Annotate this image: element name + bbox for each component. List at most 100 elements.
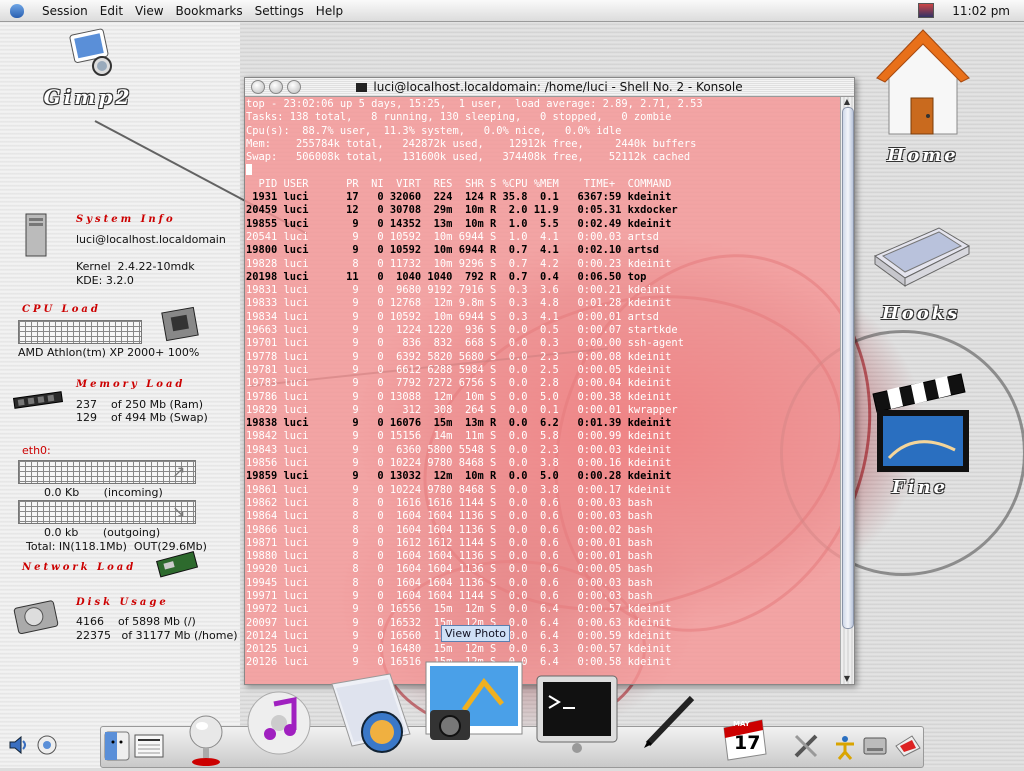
scrollbar-thumb[interactable] xyxy=(842,107,854,629)
incoming-graph xyxy=(18,460,196,484)
scroll-up-icon[interactable]: ▲ xyxy=(842,97,852,107)
process-row: 19843 luci 9 0 6360 5800 5548 S 0.0 2.3 … xyxy=(246,443,672,456)
menu-bookmarks[interactable]: Bookmarks xyxy=(170,4,249,18)
menu-edit[interactable]: Edit xyxy=(94,4,129,18)
hard-disk-icon xyxy=(13,600,59,635)
terminal-area[interactable]: top - 23:02:06 up 5 days, 15:25, 1 user,… xyxy=(245,97,841,684)
music-player-icon[interactable] xyxy=(244,690,314,759)
process-row: 19831 luci 9 0 9680 9192 7916 S 0.3 3.6 … xyxy=(246,284,672,297)
cpu-load-title: CPU Load xyxy=(22,304,101,315)
process-row: 20198 luci 11 0 1040 1040 792 R 0.7 0.4 … xyxy=(246,270,647,283)
outgoing-traffic: 0.0 kb (outgoing) xyxy=(44,526,161,539)
process-row: 19800 luci 9 0 10592 10m 6944 R 0.7 4.1 … xyxy=(246,244,659,257)
disk-usage-title: Disk Usage xyxy=(76,597,169,608)
clock: 11:02 pm xyxy=(952,3,1010,18)
process-row: 19859 luci 9 0 13032 12m 10m R 0.0 5.0 0… xyxy=(246,470,672,483)
hooks-desktop-icon[interactable]: Hooks xyxy=(866,216,976,324)
tray-monitor-icon[interactable] xyxy=(918,3,935,18)
process-row: 19945 luci 8 0 1604 1604 1136 S 0.0 0.6 … xyxy=(246,576,653,589)
konsole-window[interactable]: luci@localhost.localdomain: /home/luci -… xyxy=(244,77,855,685)
process-row: 19861 luci 9 0 10224 9780 8468 S 0.0 3.8… xyxy=(246,483,672,496)
konsole-titlebar[interactable]: luci@localhost.localdomain: /home/luci -… xyxy=(245,78,854,97)
swap-usage: 129 of 494 Mb (Swap) xyxy=(76,411,208,424)
gimp-label: Gimp2 xyxy=(43,85,133,109)
menu-settings[interactable]: Settings xyxy=(249,4,310,18)
process-row: 19866 luci 8 0 1604 1604 1136 S 0.0 0.6 … xyxy=(246,523,653,536)
finder-icon[interactable] xyxy=(104,731,130,764)
konsole-title: luci@localhost.localdomain: /home/luci -… xyxy=(245,80,854,94)
outgoing-graph xyxy=(18,500,196,524)
top-summary-line: Cpu(s): 88.7% user, 11.3% system, 0.0% n… xyxy=(246,124,622,137)
process-row: 19701 luci 9 0 836 832 668 S 0.0 0.3 0:0… xyxy=(246,337,684,350)
terminal-icon xyxy=(356,83,368,92)
process-row: 19663 luci 9 0 1224 1220 936 S 0.0 0.5 0… xyxy=(246,324,678,337)
process-row: 19833 luci 9 0 12768 12m 9.8m S 0.3 4.8 … xyxy=(246,297,672,310)
computer-tower-icon xyxy=(25,213,47,257)
process-row: 19828 luci 8 0 11732 10m 9296 S 0.7 4.2 … xyxy=(246,257,672,270)
kernel-version: Kernel 2.4.22-10mdk xyxy=(76,260,195,273)
process-row: 20541 luci 9 0 10592 10m 6944 S 1.0 4.1 … xyxy=(246,230,659,243)
memory-load-title: Memory Load xyxy=(76,379,186,390)
top-output: top - 23:02:06 up 5 days, 15:25, 1 user,… xyxy=(245,97,703,670)
cpu-chip-icon xyxy=(161,306,199,342)
network-load-title: Network Load xyxy=(22,562,137,573)
finder-folder-icon[interactable] xyxy=(326,670,416,757)
process-row: 20125 luci 9 0 16480 15m 12m S 0.0 6.3 0… xyxy=(246,643,672,656)
display-settings-icon[interactable] xyxy=(36,734,58,759)
terminal-scrollbar[interactable]: ▲ ▼ xyxy=(840,97,854,684)
apple-menu-icon[interactable] xyxy=(10,3,24,18)
eth-interface-label: eth0: xyxy=(22,444,51,457)
process-row: 19829 luci 9 0 312 308 264 S 0.0 0.1 0:0… xyxy=(246,403,678,416)
scanner-icon xyxy=(874,227,971,287)
process-row: 19871 luci 9 0 1612 1612 1144 S 0.0 0.6 … xyxy=(246,536,653,549)
tools-icon[interactable] xyxy=(792,730,822,763)
home-desktop-icon[interactable]: Home xyxy=(868,26,978,166)
newspaper-icon[interactable] xyxy=(134,734,164,761)
menu-session[interactable]: Session xyxy=(36,4,94,18)
fine-label: Fine xyxy=(891,477,949,498)
gimp-desktop-icon[interactable]: Gimp2 xyxy=(38,28,138,109)
scroll-down-icon[interactable]: ▼ xyxy=(842,674,852,684)
hooks-label: Hooks xyxy=(881,303,961,324)
process-row: 19856 luci 9 0 10224 9780 8468 S 0.0 3.8… xyxy=(246,457,672,470)
fine-desktop-icon[interactable]: Fine xyxy=(860,370,980,498)
process-row: 19864 luci 8 0 1604 1604 1136 S 0.0 0.6 … xyxy=(246,510,653,523)
process-row: 19783 luci 9 0 7792 7272 6756 S 0.0 2.8 … xyxy=(246,377,672,390)
view-photo-icon[interactable] xyxy=(424,660,526,747)
calendar-day: 17 xyxy=(734,732,761,754)
calendar-icon[interactable]: MAY 17 xyxy=(722,718,768,765)
pen-icon[interactable] xyxy=(640,690,700,753)
process-row: 19920 luci 8 0 1604 1604 1136 S 0.0 0.6 … xyxy=(246,563,653,576)
process-row: 19862 luci 8 0 1616 1616 1144 S 0.0 0.6 … xyxy=(246,496,653,509)
lamp-icon[interactable] xyxy=(184,712,228,771)
arrow-down-right-icon: ↘ xyxy=(172,502,186,521)
process-row: 19838 luci 9 0 16076 15m 13m R 0.0 6.2 0… xyxy=(246,417,672,430)
accessibility-icon[interactable] xyxy=(832,734,858,763)
calendar-month: MAY xyxy=(733,720,750,728)
cpu-load-graph xyxy=(18,320,142,344)
process-row: 19781 luci 9 0 6612 6288 5984 S 0.0 2.5 … xyxy=(246,363,672,376)
terminal-cursor xyxy=(246,164,252,176)
house-icon xyxy=(875,29,971,135)
process-row: 19834 luci 9 0 10592 10m 6944 S 0.3 4.1 … xyxy=(246,310,659,323)
menu-bar: Session Edit View Bookmarks Settings Hel… xyxy=(0,0,1024,22)
trash-icon[interactable] xyxy=(894,732,922,761)
process-row: 19972 luci 9 0 16556 15m 12m S 0.0 6.4 0… xyxy=(246,603,672,616)
gimp-icon xyxy=(69,28,112,76)
volume-icon[interactable] xyxy=(8,734,30,759)
kde-version: KDE: 3.2.0 xyxy=(76,274,134,287)
menu-view[interactable]: View xyxy=(129,4,169,18)
drive-icon[interactable] xyxy=(862,734,888,761)
cpu-info: AMD Athlon(tm) XP 2000+ 100% xyxy=(18,346,200,359)
top-summary-line: top - 23:02:06 up 5 days, 15:25, 1 user,… xyxy=(246,98,703,110)
home-label: Home xyxy=(887,145,959,166)
process-row: 19778 luci 9 0 6392 5820 5680 S 0.0 2.3 … xyxy=(246,350,672,363)
process-row: 19842 luci 9 0 15156 14m 11m S 0.0 5.8 0… xyxy=(246,430,672,443)
process-row: 20459 luci 12 0 30708 29m 10m R 2.0 11.9… xyxy=(246,204,678,217)
process-row: 19786 luci 9 0 13088 12m 10m S 0.0 5.0 0… xyxy=(246,390,672,403)
terminal-dock-icon[interactable] xyxy=(535,674,619,757)
system-info-title: System Info xyxy=(76,214,176,225)
process-row: 19971 luci 9 0 1604 1604 1144 S 0.0 0.6 … xyxy=(246,589,653,602)
menu-help[interactable]: Help xyxy=(310,4,349,18)
view-photo-tooltip: View Photo xyxy=(441,625,510,642)
